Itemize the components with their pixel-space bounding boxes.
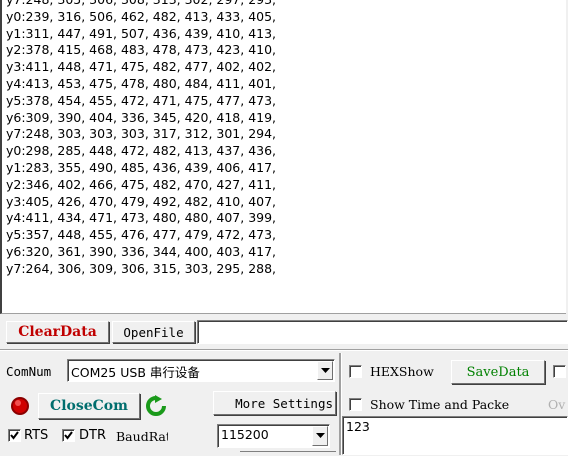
show-time-label: Show Time and Packe bbox=[370, 397, 510, 412]
partial-control bbox=[240, 451, 336, 456]
log-line: y4:413, 453, 475, 478, 480, 484, 411, 40… bbox=[6, 75, 277, 91]
receive-log[interactable]: y7:248, 305, 306, 308, 313, 302, 297, 29… bbox=[0, 0, 566, 314]
log-line: y4:411, 434, 471, 473, 480, 480, 407, 39… bbox=[6, 210, 277, 226]
hex-show-checkbox[interactable] bbox=[349, 365, 362, 378]
send-text-area[interactable]: 123 bbox=[342, 416, 568, 455]
record-icon bbox=[10, 396, 30, 416]
clear-data-button[interactable]: ClearData bbox=[6, 321, 109, 343]
refresh-icon[interactable] bbox=[145, 395, 167, 417]
show-time-checkbox[interactable] bbox=[349, 398, 362, 411]
overflow-label: Ov bbox=[548, 397, 566, 412]
log-line: y6:320, 361, 390, 336, 344, 400, 403, 41… bbox=[6, 243, 277, 259]
dtr-checkbox[interactable] bbox=[62, 429, 75, 442]
log-line: y1:311, 447, 491, 507, 436, 439, 410, 41… bbox=[6, 25, 277, 41]
comnum-label: ComNum bbox=[6, 364, 52, 379]
file-path-input[interactable] bbox=[197, 320, 568, 344]
extra-option-checkbox[interactable] bbox=[553, 365, 566, 378]
baud-rate-value: 115200 bbox=[221, 427, 269, 442]
log-line: y1:283, 355, 490, 485, 436, 439, 406, 41… bbox=[6, 159, 277, 175]
rts-label: RTS bbox=[24, 428, 49, 443]
close-com-button[interactable]: CloseCom bbox=[38, 393, 140, 419]
receive-log-text: y7:248, 305, 306, 308, 313, 302, 297, 29… bbox=[6, 0, 276, 278]
com-port-select[interactable]: COM25 USB 串行设备 bbox=[67, 359, 335, 382]
log-line: y3:411, 448, 471, 475, 482, 477, 402, 40… bbox=[6, 59, 277, 75]
log-line: y0:298, 285, 448, 472, 482, 413, 437, 43… bbox=[6, 143, 277, 159]
log-line: y2:378, 415, 468, 483, 478, 473, 423, 41… bbox=[6, 42, 277, 58]
log-line: y5:378, 454, 455, 472, 471, 475, 477, 47… bbox=[6, 92, 277, 108]
log-line: y0:239, 316, 506, 462, 482, 413, 433, 40… bbox=[6, 8, 277, 24]
log-line: y6:309, 390, 404, 336, 345, 420, 418, 41… bbox=[6, 109, 277, 125]
log-line: y7:248, 305, 306, 308, 313, 302, 297, 29… bbox=[6, 0, 276, 9]
log-line: y2:346, 402, 466, 475, 482, 470, 427, 41… bbox=[6, 176, 277, 192]
toolbar-divider bbox=[0, 349, 568, 351]
rts-checkbox[interactable] bbox=[8, 429, 21, 442]
log-line: y7:248, 303, 303, 303, 317, 312, 301, 29… bbox=[6, 126, 277, 142]
log-line: y3:405, 426, 470, 479, 492, 482, 410, 40… bbox=[6, 193, 277, 209]
chevron-down-icon[interactable] bbox=[317, 361, 333, 380]
hex-show-label: HEXShow bbox=[370, 364, 434, 379]
baud-rate-label: BaudRat bbox=[116, 429, 168, 444]
log-line: y7:264, 306, 309, 306, 315, 303, 295, 28… bbox=[6, 260, 277, 276]
more-settings-button[interactable]: More Settings bbox=[213, 391, 336, 415]
save-data-button[interactable]: SaveData bbox=[451, 360, 545, 384]
dtr-label: DTR bbox=[79, 428, 106, 443]
chevron-down-icon[interactable] bbox=[312, 426, 328, 446]
open-file-button[interactable]: OpenFile bbox=[112, 321, 195, 343]
log-line: y5:357, 448, 455, 476, 477, 479, 472, 47… bbox=[6, 227, 277, 243]
com-port-value: COM25 USB 串行设备 bbox=[71, 365, 200, 380]
baud-rate-select[interactable]: 115200 bbox=[217, 424, 330, 448]
